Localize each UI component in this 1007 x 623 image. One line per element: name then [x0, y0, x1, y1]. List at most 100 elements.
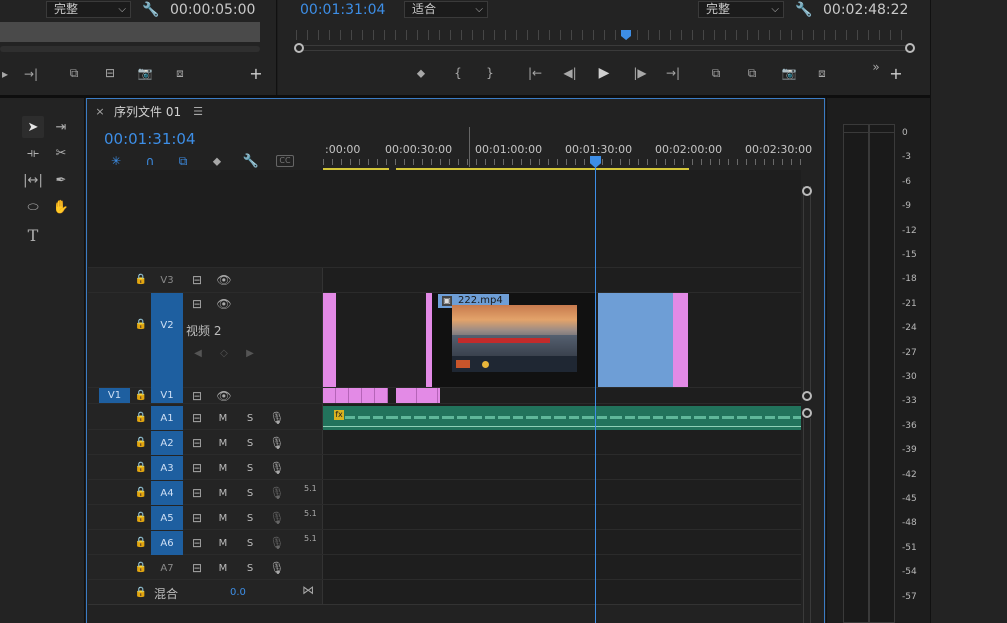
- toggle-sync-lock-icon[interactable]: ⊟: [190, 511, 204, 525]
- add-marker-icon[interactable]: ⬥: [414, 65, 428, 81]
- mark-in-icon[interactable]: {: [452, 65, 464, 81]
- solo-button[interactable]: S: [243, 556, 257, 580]
- extract-icon[interactable]: ⧉: [742, 65, 762, 81]
- razor-tool-icon[interactable]: ✂: [50, 142, 72, 164]
- lift-icon[interactable]: ⧉: [706, 65, 726, 81]
- solo-button[interactable]: S: [243, 531, 257, 555]
- microphone-icon[interactable]: 🎙: [269, 486, 284, 500]
- track-target-v3[interactable]: V3: [152, 268, 182, 292]
- wrench-icon[interactable]: 🔧: [142, 2, 160, 18]
- toggle-sync-lock-icon[interactable]: ⊟: [190, 486, 204, 500]
- overwrite-clip-icon[interactable]: ⊟: [100, 65, 120, 81]
- timeline-tab-title[interactable]: 序列文件 01: [114, 103, 181, 120]
- mark-out-icon[interactable]: }: [484, 65, 496, 81]
- solo-button[interactable]: S: [243, 481, 257, 505]
- solo-button[interactable]: S: [243, 406, 257, 430]
- track-target-a2[interactable]: A2: [151, 431, 183, 455]
- go-to-out-icon[interactable]: →|: [22, 66, 40, 82]
- hand-tool-icon[interactable]: ✋: [50, 196, 72, 218]
- mute-button[interactable]: M: [215, 556, 231, 580]
- lock-icon[interactable]: 🔒: [134, 586, 148, 600]
- program-quality-dropdown[interactable]: 完整 ⌵: [698, 1, 784, 18]
- insert-clip-icon[interactable]: ⧉: [64, 65, 84, 81]
- nest-toggle-icon[interactable]: ✳: [108, 154, 124, 168]
- add-keyframe-icon[interactable]: ◇: [218, 348, 230, 360]
- lock-icon[interactable]: 🔒: [134, 561, 148, 575]
- go-to-end-icon[interactable]: ⋈: [300, 583, 316, 597]
- scroll-handle-top[interactable]: [802, 186, 812, 196]
- audio-scroll-handle[interactable]: [802, 408, 812, 418]
- track-target-v2[interactable]: [151, 293, 183, 388]
- more-controls-icon[interactable]: »: [870, 60, 882, 74]
- solo-button[interactable]: S: [243, 506, 257, 530]
- lock-icon[interactable]: 🔒: [134, 436, 148, 450]
- track-target-a3[interactable]: A3: [151, 456, 183, 480]
- toggle-sync-lock-icon[interactable]: ⊟: [190, 561, 204, 575]
- lock-icon[interactable]: 🔒: [134, 411, 148, 425]
- track-select-tool-icon[interactable]: ⇥: [50, 116, 72, 138]
- export-frame-icon[interactable]: 📷: [780, 65, 798, 81]
- video-clip-v1[interactable]: [396, 388, 440, 403]
- track-target-a5[interactable]: A5: [151, 506, 183, 530]
- add-button-icon[interactable]: +: [888, 66, 904, 82]
- mute-button[interactable]: M: [215, 406, 231, 430]
- program-fit-dropdown[interactable]: 适合 ⌵: [404, 1, 488, 18]
- track-target-a7[interactable]: A7: [151, 556, 183, 580]
- microphone-icon[interactable]: 🎙: [269, 511, 284, 525]
- close-tab-icon[interactable]: ×: [94, 104, 106, 118]
- compare-icon[interactable]: ⧈: [170, 65, 190, 81]
- ripple-edit-tool-icon[interactable]: ⟛: [22, 142, 44, 164]
- source-zoom-dropdown[interactable]: 完整 ⌵: [46, 1, 131, 18]
- microphone-icon[interactable]: 🎙: [269, 561, 284, 575]
- toggle-sync-lock-icon[interactable]: ⊟: [190, 536, 204, 550]
- lock-icon[interactable]: 🔒: [134, 536, 148, 550]
- eye-icon[interactable]: 👁: [216, 297, 232, 311]
- microphone-icon[interactable]: 🎙: [269, 536, 284, 550]
- scroll-handle-left[interactable]: [294, 43, 304, 53]
- eye-icon[interactable]: 👁: [216, 389, 232, 403]
- mute-button[interactable]: M: [215, 506, 231, 530]
- microphone-icon[interactable]: 🎙: [269, 461, 284, 475]
- toggle-sync-lock-icon[interactable]: ⊟: [190, 389, 204, 403]
- toggle-sync-lock-icon[interactable]: ⊟: [190, 297, 204, 311]
- compare-view-icon[interactable]: ⧈: [812, 65, 832, 81]
- scroll-handle-bottom[interactable]: [802, 391, 812, 401]
- lock-icon[interactable]: 🔒: [134, 486, 148, 500]
- next-keyframe-icon[interactable]: ▶: [244, 348, 256, 360]
- camera-icon[interactable]: 📷: [136, 65, 154, 81]
- slip-tool-icon[interactable]: |↔|: [22, 169, 44, 191]
- linked-selection-icon[interactable]: ⧉: [175, 154, 191, 168]
- solo-button[interactable]: S: [243, 431, 257, 455]
- mute-button[interactable]: M: [215, 481, 231, 505]
- microphone-icon[interactable]: 🎙: [269, 411, 284, 425]
- tab-menu-icon[interactable]: ☰: [191, 105, 205, 117]
- video-clip-v2[interactable]: [673, 293, 688, 387]
- toggle-sync-lock-icon[interactable]: ⊟: [190, 436, 204, 450]
- toggle-sync-lock-icon[interactable]: ⊟: [190, 273, 204, 287]
- go-to-out-icon[interactable]: →|: [664, 65, 682, 81]
- lock-icon[interactable]: 🔒: [134, 461, 148, 475]
- eye-icon[interactable]: 👁: [216, 273, 232, 287]
- track-target-v1[interactable]: V1: [151, 388, 183, 403]
- timeline-timecode[interactable]: 00:01:31:04: [104, 131, 196, 147]
- program-current-timecode[interactable]: 00:01:31:04: [300, 2, 385, 18]
- add-button-icon[interactable]: +: [248, 66, 264, 82]
- solo-button[interactable]: S: [243, 456, 257, 480]
- play-icon[interactable]: ▶: [596, 64, 612, 82]
- snap-icon[interactable]: ∩: [142, 154, 158, 168]
- lock-icon[interactable]: 🔒: [134, 273, 148, 287]
- go-to-in-icon[interactable]: |←: [526, 65, 544, 81]
- track-target-a6[interactable]: A6: [151, 531, 183, 555]
- video-clip-v1[interactable]: [323, 388, 388, 403]
- source-scrub-bar[interactable]: [0, 22, 260, 42]
- track-target-a1[interactable]: A1: [151, 406, 183, 430]
- lock-icon[interactable]: 🔒: [134, 511, 148, 525]
- lock-icon[interactable]: 🔒: [134, 318, 148, 332]
- captions-icon[interactable]: CC: [276, 155, 294, 167]
- playhead-line[interactable]: [595, 166, 596, 623]
- program-zoom-scrollbar[interactable]: [298, 45, 910, 51]
- lock-icon[interactable]: 🔒: [134, 389, 148, 403]
- source-scroll-track[interactable]: [0, 46, 260, 52]
- scroll-handle-right[interactable]: [905, 43, 915, 53]
- video-clip-v2-blue[interactable]: [598, 293, 673, 387]
